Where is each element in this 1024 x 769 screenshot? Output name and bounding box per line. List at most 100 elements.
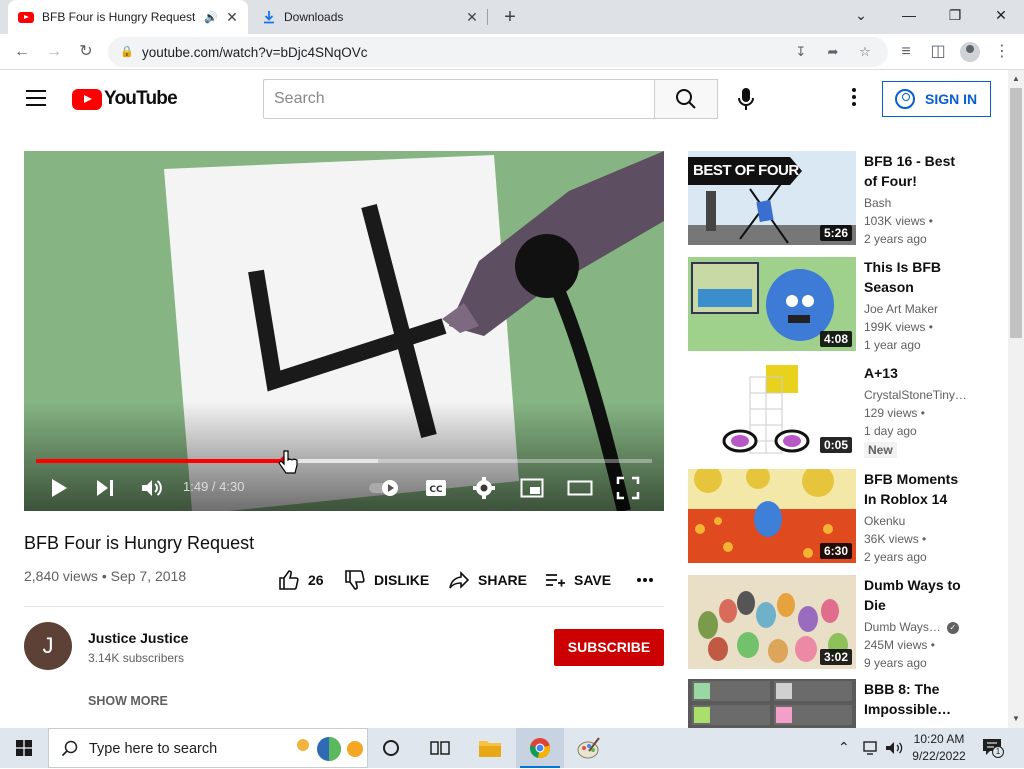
minimize-button[interactable]: —	[886, 0, 932, 30]
notification-count-badge: 1	[992, 746, 1004, 758]
logo-text: YouTube	[104, 88, 178, 109]
restore-button[interactable]: ❐	[932, 0, 978, 30]
tab-downloads[interactable]: Downloads ✕	[252, 0, 488, 34]
recommendation-item[interactable]: 0:05 A+13 CrystalStoneTiny… 129 views • …	[688, 363, 968, 458]
bookmark-star-icon[interactable]: ☆	[854, 42, 876, 62]
autoplay-toggle-icon[interactable]	[368, 478, 402, 498]
sign-in-button[interactable]: SIGN IN	[882, 81, 991, 117]
scrollbar-thumb[interactable]	[1010, 88, 1022, 338]
recommendation-channel[interactable]: CrystalStoneTiny…	[864, 386, 968, 404]
recommendation-title[interactable]: This Is BFB Season Recap…	[864, 257, 968, 297]
dislike-button[interactable]: DISLIKE	[344, 568, 429, 592]
share-icon[interactable]: ➦	[822, 42, 844, 62]
show-hidden-icons-chevron-icon[interactable]: ⌃	[838, 739, 850, 756]
install-app-icon[interactable]: ↧	[790, 42, 812, 62]
recommendation-channel[interactable]: Okenku	[864, 512, 968, 530]
recommendation-title[interactable]: BFB Moments In Roblox 14	[864, 469, 968, 509]
youtube-logo[interactable]: YouTube	[72, 88, 178, 110]
progress-fill	[36, 459, 285, 463]
more-actions-button[interactable]	[636, 568, 662, 592]
new-tab-button[interactable]: +	[498, 4, 522, 30]
search-button[interactable]	[654, 79, 718, 119]
tab-audio-icon[interactable]: 🔊	[204, 11, 218, 24]
browser-menu-icon[interactable]: ⋮	[988, 38, 1016, 66]
speaker-icon[interactable]	[884, 740, 904, 756]
video-thumbnail[interactable]: 4:08	[688, 257, 856, 351]
share-button[interactable]: SHARE	[448, 568, 527, 592]
reading-list-icon[interactable]: ≡	[892, 38, 920, 66]
microphone-icon[interactable]	[734, 86, 758, 112]
tab-search-chevron-icon[interactable]: ⌄	[838, 0, 884, 30]
close-window-button[interactable]: ✕	[978, 0, 1024, 30]
recommendation-channel[interactable]: Joe Art Maker	[864, 300, 968, 318]
cortana-icon[interactable]	[382, 739, 400, 757]
new-badge: New	[864, 442, 897, 458]
tab-youtube[interactable]: BFB Four is Hungry Request 🔊 ✕	[8, 0, 248, 34]
side-panel-icon[interactable]: ◫	[924, 38, 952, 66]
tab-close-icon[interactable]: ✕	[224, 9, 240, 26]
taskbar-search-placeholder: Type here to search	[89, 741, 218, 757]
url-text[interactable]: youtube.com/watch?v=bDjc4SNqOVc	[142, 45, 368, 60]
network-icon[interactable]	[862, 740, 880, 756]
recommendation-item[interactable]: BBB 8: The Impossible…	[688, 679, 968, 728]
svg-text:CC: CC	[429, 485, 443, 495]
channel-name[interactable]: Justice Justice	[88, 630, 188, 646]
windows-start-icon[interactable]	[16, 740, 32, 756]
page-scrollbar[interactable]: ▲ ▼	[1008, 70, 1024, 728]
scroll-down-arrow-icon[interactable]: ▼	[1012, 714, 1020, 723]
show-more-button[interactable]: SHOW MORE	[88, 694, 168, 708]
save-button[interactable]: SAVE	[544, 568, 611, 592]
volume-icon[interactable]	[140, 477, 164, 499]
verified-check-icon: ✓	[946, 621, 959, 634]
captions-icon[interactable]: CC	[424, 478, 448, 498]
video-thumbnail[interactable]: 6:30	[688, 469, 856, 563]
forward-arrow-icon[interactable]: →	[40, 38, 68, 66]
recommendation-item[interactable]: BEST OF FOUR 5:26 BFB 16 - Best of Four!…	[688, 151, 968, 246]
play-icon[interactable]	[48, 477, 70, 499]
theater-mode-icon[interactable]	[567, 477, 593, 499]
reload-icon[interactable]: ↻	[72, 38, 100, 66]
channel-avatar[interactable]: J	[24, 622, 72, 670]
recommendation-title[interactable]: A+13	[864, 363, 968, 383]
recommendation-title[interactable]: BBB 8: The Impossible…	[864, 679, 968, 719]
chrome-taskbar-button[interactable]	[516, 728, 564, 768]
notification-center-button[interactable]: 1	[982, 738, 1004, 758]
scroll-up-arrow-icon[interactable]: ▲	[1012, 74, 1020, 83]
paint-icon[interactable]	[577, 737, 601, 759]
video-thumbnail[interactable]	[688, 679, 856, 728]
thumbs-up-icon	[279, 570, 299, 590]
back-arrow-icon[interactable]: ←	[8, 38, 36, 66]
download-icon	[264, 11, 274, 24]
recommendation-title[interactable]: BFB 16 - Best of Four!	[864, 151, 968, 191]
taskbar-search-box[interactable]: Type here to search	[48, 728, 368, 768]
address-bar[interactable]: 🔒 youtube.com/watch?v=bDjc4SNqOVc ↧ ➦ ☆	[108, 37, 888, 67]
clock-time: 10:20 AM	[913, 732, 965, 746]
video-thumbnail[interactable]: BEST OF FOUR 5:26	[688, 151, 856, 245]
profile-avatar-icon[interactable]	[956, 38, 984, 66]
like-button[interactable]: 26	[278, 568, 324, 592]
progress-bar[interactable]	[36, 459, 652, 463]
tab-close-icon[interactable]: ✕	[464, 9, 480, 26]
recommendation-item[interactable]: 4:08 This Is BFB Season Recap… Joe Art M…	[688, 257, 968, 352]
task-view-icon[interactable]	[430, 739, 450, 757]
recommendation-item[interactable]: 3:02 Dumb Ways to Die Dumb Ways… ✓ 245M v…	[688, 575, 968, 670]
duration-badge: 3:02	[819, 649, 852, 665]
file-explorer-icon[interactable]	[478, 738, 502, 758]
next-icon[interactable]	[94, 477, 116, 499]
settings-more-icon[interactable]	[848, 88, 860, 110]
video-thumbnail[interactable]: 0:05	[688, 363, 856, 457]
system-clock[interactable]: 10:20 AM 9/22/2022	[908, 731, 970, 765]
thumbnail-image	[688, 679, 856, 728]
video-thumbnail[interactable]: 3:02	[688, 575, 856, 669]
recommendation-channel[interactable]: Bash	[864, 194, 968, 212]
video-player[interactable]: 1:49 / 4:30 CC	[24, 151, 664, 511]
subscribe-button[interactable]: SUBSCRIBE	[554, 629, 664, 666]
miniplayer-icon[interactable]	[520, 477, 544, 499]
recommendation-title[interactable]: Dumb Ways to Die	[864, 575, 968, 615]
fullscreen-icon[interactable]	[616, 476, 640, 500]
recommendation-channel[interactable]: Dumb Ways… ✓	[864, 618, 968, 636]
settings-gear-icon[interactable]	[472, 476, 496, 500]
search-input[interactable]: Search	[263, 79, 655, 119]
hamburger-menu-icon[interactable]	[26, 90, 46, 106]
recommendation-item[interactable]: 6:30 BFB Moments In Roblox 14 Okenku 36K…	[688, 469, 968, 564]
